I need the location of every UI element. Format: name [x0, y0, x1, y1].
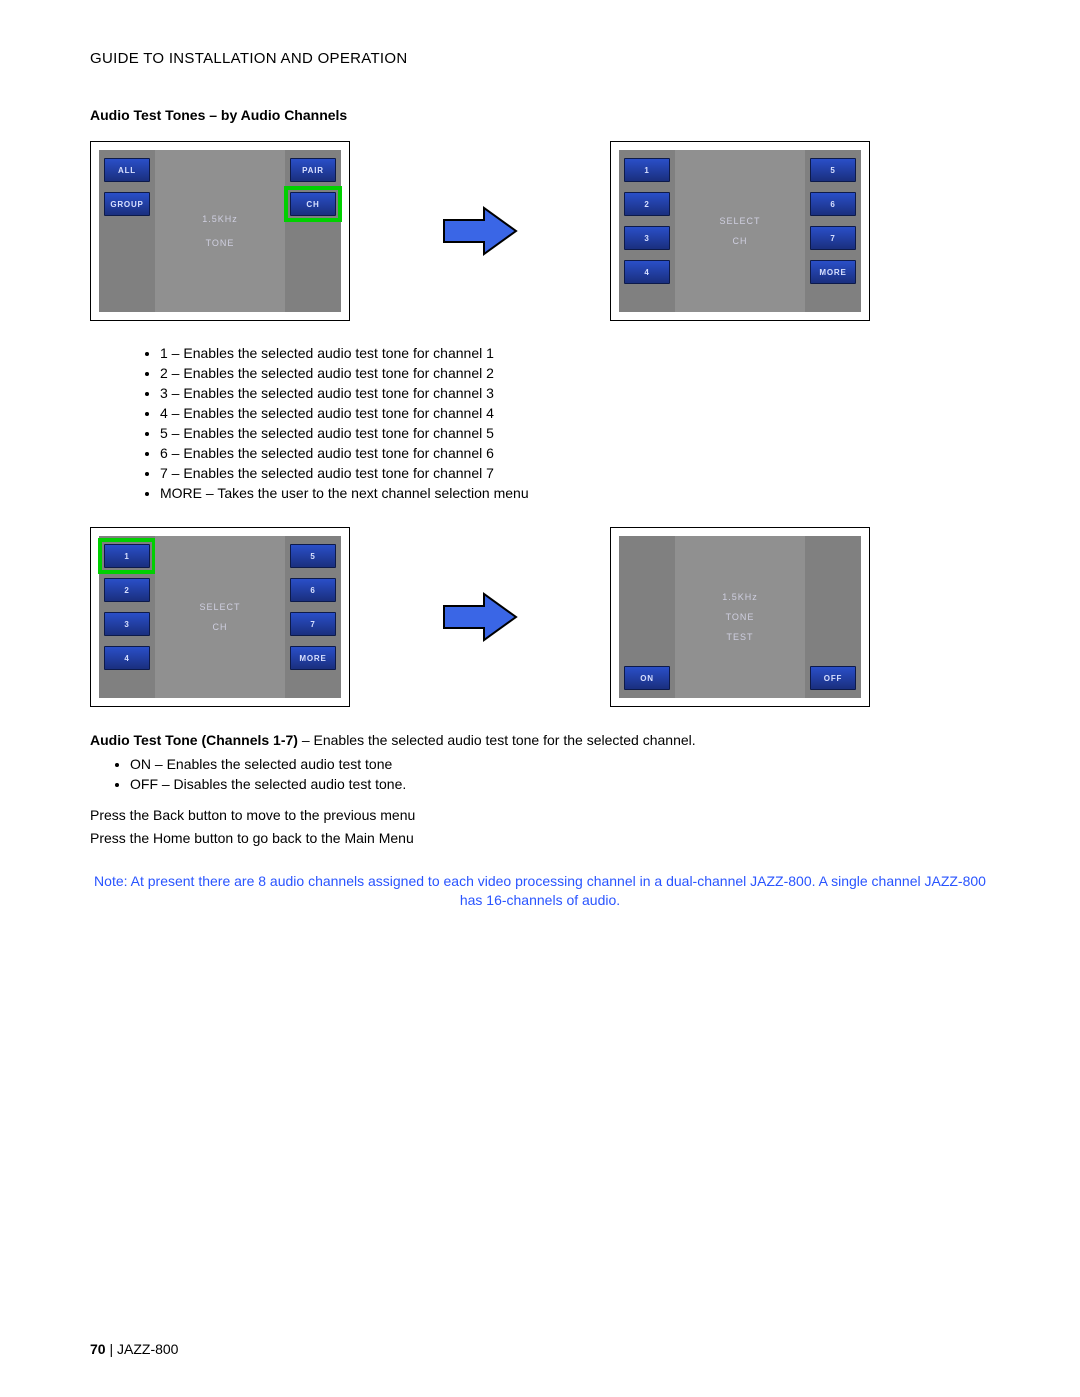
- right-buttons: 5 6 7 MORE: [805, 150, 861, 312]
- screen-select-ch: 1 2 3 4 SELECT CH 5 6 7 MORE: [610, 141, 870, 321]
- center-line: TEST: [726, 632, 753, 642]
- ch6-button[interactable]: 6: [290, 578, 336, 602]
- center-line: TONE: [726, 612, 755, 622]
- ch5-button[interactable]: 5: [290, 544, 336, 568]
- list-item: MORE – Takes the user to the next channe…: [160, 485, 990, 501]
- ch-button[interactable]: CH: [290, 192, 336, 216]
- screen-select-ch-highlighted: 1 2 3 4 SELECT CH 5 6 7 MORE: [90, 527, 350, 707]
- para-bold: Audio Test Tone (Channels 1-7): [90, 732, 298, 748]
- arrow-right-icon: [440, 590, 520, 644]
- list-item: 3 – Enables the selected audio test tone…: [160, 385, 990, 401]
- left-buttons: ALL GROUP: [99, 150, 155, 312]
- center-line: SELECT: [719, 216, 760, 226]
- left-buttons: 1 2 3 4: [619, 150, 675, 312]
- arrow-right-icon: [440, 204, 520, 258]
- group-button[interactable]: GROUP: [104, 192, 150, 216]
- pair-button[interactable]: PAIR: [290, 158, 336, 182]
- left-buttons: 1 2 3 4: [99, 536, 155, 698]
- screen-center: SELECT CH: [675, 150, 805, 312]
- highlight-box: 1: [98, 538, 156, 574]
- ch4-button[interactable]: 4: [104, 646, 150, 670]
- flow-row-2: 1 2 3 4 SELECT CH 5 6 7 MORE: [90, 527, 990, 707]
- right-buttons: 5 6 7 MORE: [285, 536, 341, 698]
- list-item: 6 – Enables the selected audio test tone…: [160, 445, 990, 461]
- ch3-button[interactable]: 3: [624, 226, 670, 250]
- para-rest: – Enables the selected audio test tone f…: [298, 732, 696, 748]
- list-item: 5 – Enables the selected audio test tone…: [160, 425, 990, 441]
- flow-row-1: ALL GROUP 1.5KHz TONE PAIR CH: [90, 141, 990, 321]
- list-item: 2 – Enables the selected audio test tone…: [160, 365, 990, 381]
- ch1-button[interactable]: 1: [104, 544, 150, 568]
- right-buttons: OFF: [805, 536, 861, 698]
- nav-line: Press the Home button to go back to the …: [90, 829, 990, 848]
- off-button[interactable]: OFF: [810, 666, 856, 690]
- list-item: 4 – Enables the selected audio test tone…: [160, 405, 990, 421]
- page-header: GUIDE TO INSTALLATION AND OPERATION: [90, 50, 990, 67]
- center-line: TONE: [206, 238, 235, 248]
- ch7-button[interactable]: 7: [290, 612, 336, 636]
- center-line: CH: [213, 622, 228, 632]
- section-title: Audio Test Tones – by Audio Channels: [90, 107, 990, 123]
- center-line: 1.5KHz: [202, 214, 238, 224]
- ch6-button[interactable]: 6: [810, 192, 856, 216]
- note-text: Note: At present there are 8 audio chann…: [90, 872, 990, 910]
- footer-model: JAZZ-800: [117, 1341, 178, 1357]
- list-item: 1 – Enables the selected audio test tone…: [160, 345, 990, 361]
- channel-bullet-list: 1 – Enables the selected audio test tone…: [160, 345, 990, 501]
- more-button[interactable]: MORE: [290, 646, 336, 670]
- screen-center: 1.5KHz TONE: [155, 150, 285, 312]
- left-buttons: ON: [619, 536, 675, 698]
- list-item: ON – Enables the selected audio test ton…: [130, 756, 990, 772]
- center-line: CH: [733, 236, 748, 246]
- ch1-button[interactable]: 1: [624, 158, 670, 182]
- on-off-list: ON – Enables the selected audio test ton…: [130, 756, 990, 792]
- on-button[interactable]: ON: [624, 666, 670, 690]
- screen-tone-menu: ALL GROUP 1.5KHz TONE PAIR CH: [90, 141, 350, 321]
- list-item: 7 – Enables the selected audio test tone…: [160, 465, 990, 481]
- document-page: GUIDE TO INSTALLATION AND OPERATION Audi…: [0, 0, 1080, 1397]
- right-buttons: PAIR CH: [285, 150, 341, 312]
- screen-tone-test: ON 1.5KHz TONE TEST OFF: [610, 527, 870, 707]
- highlight-box: CH: [284, 186, 342, 222]
- more-button[interactable]: MORE: [810, 260, 856, 284]
- center-line: SELECT: [199, 602, 240, 612]
- screen-center: 1.5KHz TONE TEST: [675, 536, 805, 698]
- screen-center: SELECT CH: [155, 536, 285, 698]
- footer-sep: |: [106, 1341, 117, 1357]
- page-footer: 70 | JAZZ-800: [90, 1341, 178, 1357]
- ch5-button[interactable]: 5: [810, 158, 856, 182]
- all-button[interactable]: ALL: [104, 158, 150, 182]
- page-number: 70: [90, 1341, 106, 1357]
- nav-line: Press the Back button to move to the pre…: [90, 806, 990, 825]
- ch4-button[interactable]: 4: [624, 260, 670, 284]
- enable-description: Audio Test Tone (Channels 1-7) – Enables…: [90, 731, 990, 750]
- ch3-button[interactable]: 3: [104, 612, 150, 636]
- list-item: OFF – Disables the selected audio test t…: [130, 776, 990, 792]
- ch2-button[interactable]: 2: [624, 192, 670, 216]
- center-line: 1.5KHz: [722, 592, 758, 602]
- ch2-button[interactable]: 2: [104, 578, 150, 602]
- ch7-button[interactable]: 7: [810, 226, 856, 250]
